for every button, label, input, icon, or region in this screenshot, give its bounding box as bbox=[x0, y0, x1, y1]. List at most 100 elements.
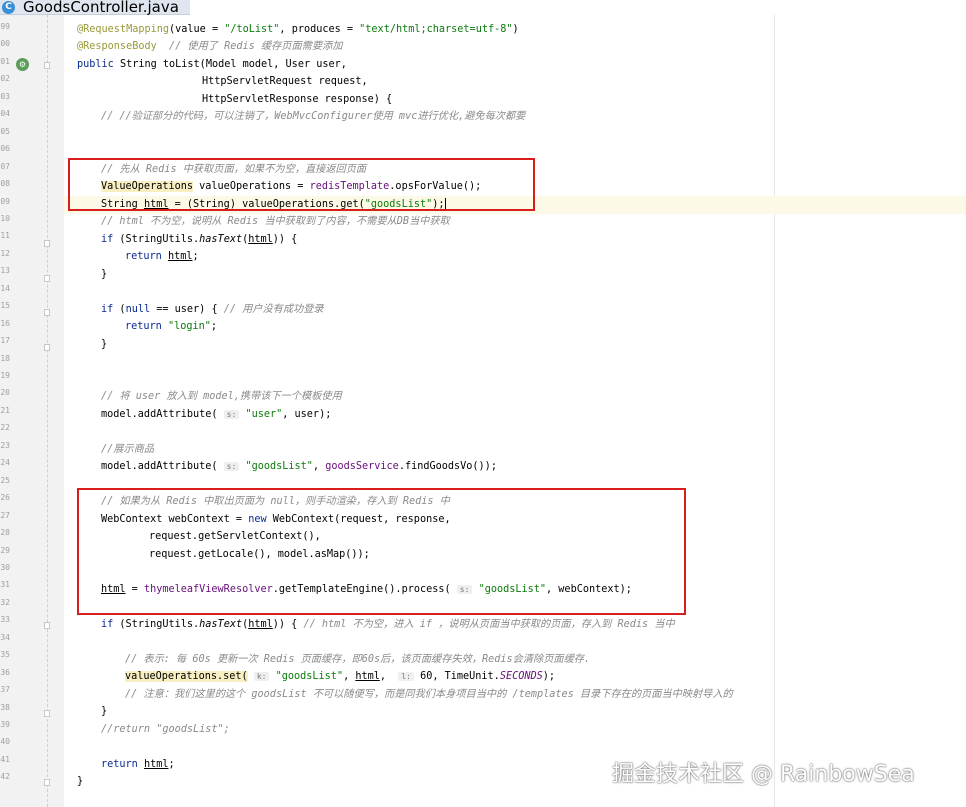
line-number: 32 bbox=[0, 597, 10, 607]
line-number: 99 bbox=[0, 22, 10, 31]
code-line[interactable]: valueOperations.set( k: "goodsList", htm… bbox=[125, 668, 966, 686]
line-number: 23 bbox=[0, 440, 10, 450]
code-text: , produces = bbox=[279, 24, 360, 35]
method-name: hasText bbox=[199, 234, 243, 245]
line-number: 00 bbox=[0, 39, 10, 49]
keyword: if bbox=[101, 234, 114, 245]
code-line[interactable]: } bbox=[101, 703, 966, 721]
string-literal: "goodsList" bbox=[245, 461, 313, 472]
parameter-hint: k: bbox=[253, 672, 270, 681]
code-line[interactable]: // 将 user 放入到 model,携带该下一个模板使用 bbox=[101, 388, 966, 406]
code-line[interactable]: if (null == user) { // 用户没有成功登录 bbox=[101, 301, 966, 319]
line-number: 39 bbox=[0, 720, 10, 729]
parameter-hint: s: bbox=[223, 410, 240, 419]
code-text: model.addAttribute( bbox=[101, 461, 224, 472]
code-line[interactable]: // 表示: 每 60s 更新一次 Redis 页面缓存，即60s后，该页面缓存… bbox=[125, 651, 966, 669]
code-line[interactable]: @ResponseBody // 使用了 Redis 缓存页面需要添加 bbox=[77, 38, 966, 56]
code-line[interactable]: model.addAttribute( s: "user", user); bbox=[101, 406, 966, 424]
code-line[interactable]: //return "goodsList"; bbox=[101, 721, 966, 739]
string-literal: "/toList" bbox=[224, 24, 280, 35]
code-text: (StringUtils. bbox=[113, 234, 200, 245]
code-line[interactable]: //展示商品 bbox=[101, 441, 966, 459]
code-line[interactable]: HttpServletResponse response) { bbox=[202, 91, 966, 109]
line-number: 24 bbox=[0, 458, 10, 468]
code-line[interactable]: // 注意：我们这里的这个 goodsList 不可以随便写，而是同我们本身项目… bbox=[125, 686, 966, 704]
code-text: ) bbox=[512, 24, 519, 35]
comment: // //验证部分的代码，可以注销了，WebMvcConfigurer使用 mv… bbox=[101, 111, 526, 122]
fold-marker-icon[interactable] bbox=[44, 779, 50, 786]
code-text: HttpServletResponse response) { bbox=[202, 94, 393, 105]
method-name: hasText bbox=[199, 619, 243, 630]
line-number: 30 bbox=[0, 562, 10, 572]
constant: SECONDS bbox=[499, 671, 543, 682]
code-text: } bbox=[101, 269, 108, 280]
code-line[interactable]: public String toList(Model model, User u… bbox=[77, 56, 966, 74]
code-line[interactable]: HttpServletRequest request, bbox=[202, 73, 966, 91]
field-name: goodsService bbox=[325, 461, 399, 472]
code-line[interactable]: // //验证部分的代码，可以注销了，WebMvcConfigurer使用 mv… bbox=[101, 108, 966, 126]
code-text: model.addAttribute( bbox=[101, 409, 224, 420]
annotation: @ResponseBody bbox=[77, 41, 157, 52]
spring-bean-icon[interactable]: ⚙ bbox=[16, 58, 29, 71]
line-number: 33 bbox=[0, 615, 10, 625]
line-number: 40 bbox=[0, 737, 10, 747]
code-line[interactable]: // html 不为空，说明从 Redis 当中获取到了内容，不需要从DB当中获… bbox=[101, 213, 966, 231]
line-number: 29 bbox=[0, 545, 10, 555]
string-literal: "text/html;charset=utf-8" bbox=[359, 24, 513, 35]
code-line[interactable]: if (StringUtils.hasText(html)) { // html… bbox=[101, 616, 966, 634]
line-number: 37 bbox=[0, 685, 10, 695]
code-text: , bbox=[379, 671, 399, 682]
code-line[interactable]: @RequestMapping(value = "/toList", produ… bbox=[77, 21, 966, 39]
line-number: 42 bbox=[0, 772, 10, 782]
code-text: )) { bbox=[272, 619, 304, 630]
code-text: } bbox=[101, 706, 108, 717]
fold-marker-icon[interactable] bbox=[44, 710, 50, 717]
comment: // 注意：我们这里的这个 goodsList 不可以随便写，而是同我们本身项目… bbox=[125, 689, 733, 700]
watermark: 掘金技术社区 @ RainbowSea bbox=[612, 762, 915, 787]
line-number: 18 bbox=[0, 353, 10, 363]
comment: // 使用了 Redis 缓存页面需要添加 bbox=[156, 41, 343, 52]
highlight-box-redis-get bbox=[68, 158, 535, 211]
line-number: 11 bbox=[0, 231, 10, 241]
line-number: 22 bbox=[0, 423, 10, 433]
code-line[interactable]: } bbox=[101, 266, 966, 284]
line-number: 16 bbox=[0, 318, 10, 328]
keyword: public bbox=[77, 59, 114, 70]
code-text: .findGoodsVo()); bbox=[398, 461, 497, 472]
line-number: 31 bbox=[0, 580, 10, 590]
fold-marker-icon[interactable] bbox=[44, 62, 50, 69]
code-line[interactable]: return html; bbox=[125, 248, 966, 266]
line-number: 09 bbox=[0, 196, 10, 206]
code-text: } bbox=[101, 339, 108, 350]
line-number: 28 bbox=[0, 528, 10, 538]
java-class-icon: C bbox=[2, 0, 15, 14]
method-call: valueOperations.set( bbox=[125, 671, 248, 682]
code-text: ); bbox=[542, 671, 556, 682]
string-literal: "user" bbox=[245, 409, 283, 420]
code-text: )) { bbox=[272, 234, 298, 245]
line-number: 27 bbox=[0, 510, 10, 520]
code-line[interactable]: if (StringUtils.hasText(html)) { bbox=[101, 231, 966, 249]
comment: // html 不为空，进入 if ，说明从页面当中获取的页面，存入到 Redi… bbox=[303, 619, 675, 630]
line-number: 01 bbox=[0, 56, 10, 66]
line-number: 13 bbox=[0, 266, 10, 276]
line-number: 03 bbox=[0, 91, 10, 101]
code-text: ; bbox=[192, 251, 199, 262]
fold-marker-icon[interactable] bbox=[44, 240, 50, 247]
fold-marker-icon[interactable] bbox=[44, 275, 50, 282]
code-line[interactable]: } bbox=[101, 336, 966, 354]
variable: html bbox=[143, 759, 169, 770]
string-literal: "goodsList" bbox=[275, 671, 344, 682]
line-number: 25 bbox=[0, 475, 10, 485]
code-line[interactable]: model.addAttribute( s: "goodsList", good… bbox=[101, 458, 966, 476]
fold-marker-icon[interactable] bbox=[44, 309, 50, 316]
tab-goodscontroller[interactable]: C GoodsController.java bbox=[0, 0, 190, 15]
code-line[interactable]: return "login"; bbox=[125, 318, 966, 336]
line-number: 38 bbox=[0, 702, 10, 712]
code-text: 60, TimeUnit. bbox=[413, 671, 500, 682]
fold-marker-icon[interactable] bbox=[44, 344, 50, 351]
highlight-box-render-page bbox=[77, 488, 686, 615]
line-number: 26 bbox=[0, 493, 10, 503]
fold-marker-icon[interactable] bbox=[44, 622, 50, 629]
